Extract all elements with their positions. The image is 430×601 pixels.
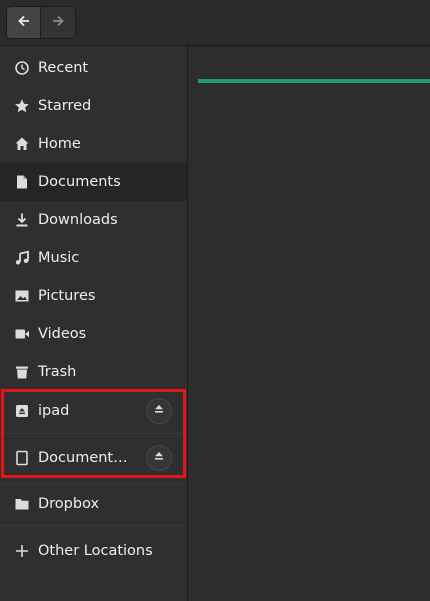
sidebar-item-other-locations[interactable]: Other Locations — [0, 532, 187, 570]
sidebar-item-dropbox[interactable]: Dropbox — [0, 485, 187, 523]
drive-icon — [13, 402, 31, 420]
sidebar-item-label: Starred — [38, 98, 92, 114]
document-icon — [13, 173, 31, 191]
folder-icon — [13, 495, 31, 513]
separator — [0, 433, 187, 434]
sidebar-item-label: Dropbox — [38, 496, 100, 512]
tablet-icon — [13, 449, 31, 467]
eject-icon — [153, 450, 165, 466]
sidebar-item-label: ipad — [38, 403, 70, 419]
sidebar-item-label: Downloads — [38, 212, 118, 228]
eject-icon — [153, 403, 165, 419]
download-icon — [13, 211, 31, 229]
picture-icon — [13, 287, 31, 305]
sidebar-item-videos[interactable]: Videos — [0, 315, 187, 353]
sidebar-item-downloads[interactable]: Downloads — [0, 201, 187, 239]
sidebar-item-label: Videos — [38, 326, 87, 342]
sidebar-item-documents[interactable]: Documents — [0, 163, 187, 201]
sidebar-item-label: Music — [38, 250, 80, 266]
loading-progress-bar — [198, 79, 430, 83]
sidebar-item-label: Trash — [38, 364, 77, 380]
sidebar-item-label: Home — [38, 136, 81, 152]
eject-button[interactable] — [146, 445, 172, 471]
sidebar-item-starred[interactable]: Starred — [0, 87, 187, 125]
sidebar-item-recent[interactable]: Recent — [0, 49, 187, 87]
arrow-left-icon — [17, 14, 31, 32]
sidebar-item-music[interactable]: Music — [0, 239, 187, 277]
forward-button[interactable] — [41, 7, 75, 38]
home-icon — [13, 135, 31, 153]
sidebar-item-trash[interactable]: Trash — [0, 353, 187, 391]
sidebar-item-pictures[interactable]: Pictures — [0, 277, 187, 315]
sidebar-item-label: Recent — [38, 60, 89, 76]
music-icon — [13, 249, 31, 267]
sidebar-item-label: Pictures — [38, 288, 96, 304]
eject-button[interactable] — [146, 398, 172, 424]
sidebar-item-label: Documents on ipad — [38, 450, 134, 466]
back-button[interactable] — [7, 7, 41, 38]
clock-icon — [13, 59, 31, 77]
file-view — [189, 46, 430, 601]
separator — [0, 483, 187, 484]
star-icon — [13, 97, 31, 115]
sidebar-device-ipad[interactable]: ipad — [0, 392, 187, 430]
sidebar-device-documents-ipad[interactable]: Documents on ipad — [0, 439, 187, 477]
plus-icon — [13, 542, 31, 560]
sidebar-item-home[interactable]: Home — [0, 125, 187, 163]
navigation-buttons — [6, 6, 76, 39]
places-sidebar: Recent Starred Home Documents Downloads — [0, 46, 188, 601]
file-manager-window: Recent Starred Home Documents Downloads — [0, 0, 430, 601]
video-icon — [13, 325, 31, 343]
sidebar-item-label: Documents — [38, 174, 121, 190]
separator — [0, 525, 187, 526]
header-bar — [0, 0, 430, 46]
arrow-right-icon — [51, 14, 65, 32]
sidebar-item-label: Other Locations — [38, 543, 153, 559]
trash-icon — [13, 363, 31, 381]
